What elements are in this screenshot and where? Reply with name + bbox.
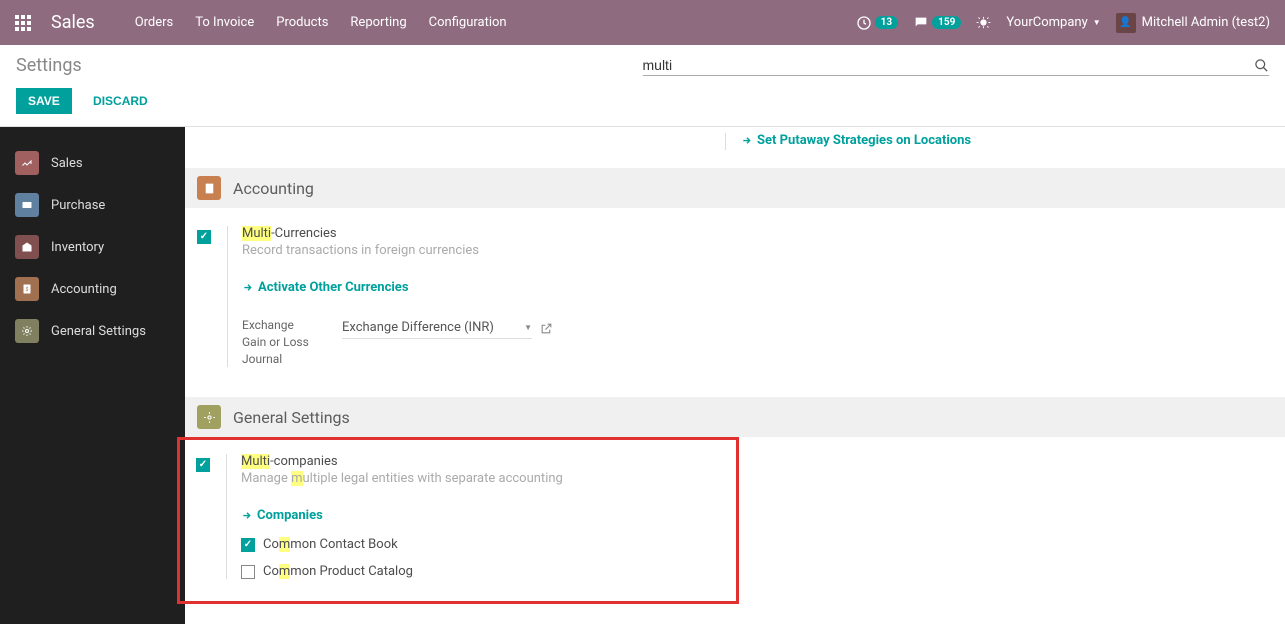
purchase-icon [15, 193, 39, 217]
arrow-right-icon [741, 135, 752, 146]
nav-to-invoice[interactable]: To Invoice [195, 15, 254, 30]
user-menu[interactable]: 👤 Mitchell Admin (test2) [1116, 13, 1270, 33]
sidebar-label: Purchase [51, 198, 105, 213]
discuss-indicator[interactable]: 159 [913, 15, 961, 31]
sidebar-label: Inventory [51, 240, 104, 255]
top-nav: Orders To Invoice Products Reporting Con… [135, 15, 507, 30]
link-label: Set Putaway Strategies on Locations [757, 133, 971, 148]
avatar-icon: 👤 [1116, 13, 1136, 33]
multi-companies-checkbox[interactable] [196, 458, 210, 472]
common-product-catalog-option: Common Product Catalog [241, 564, 720, 579]
search-icon[interactable] [1254, 58, 1269, 73]
option-label: Common Product Catalog [263, 564, 413, 579]
setting-multi-companies: Multi-companies Manage multiple legal en… [184, 440, 732, 589]
activate-currencies-link[interactable]: Activate Other Currencies [242, 280, 409, 295]
exchange-journal-field: Exchange Gain or Loss Journal Exchange D… [242, 317, 697, 367]
setting-desc: Manage multiple legal entities with sepa… [241, 471, 720, 486]
accounting-section-icon [197, 176, 221, 200]
inventory-icon [15, 235, 39, 259]
external-link-icon[interactable] [540, 322, 553, 335]
sidebar-label: General Settings [51, 324, 146, 339]
activity-indicator[interactable]: 13 [856, 15, 898, 31]
brand-title: Sales [51, 12, 95, 33]
caret-down-icon: ▼ [1093, 18, 1101, 27]
settings-content: Set Putaway Strategies on Locations Acco… [185, 127, 1285, 624]
nav-products[interactable]: Products [276, 15, 328, 30]
arrow-right-icon [242, 282, 253, 293]
section-title: Accounting [233, 179, 314, 198]
sales-icon [15, 151, 39, 175]
general-section-icon [197, 405, 221, 429]
sidebar-item-purchase[interactable]: Purchase [0, 184, 185, 226]
caret-down-icon: ▼ [524, 323, 532, 332]
section-accounting-header: Accounting [185, 168, 1285, 208]
setting-title: Multi-companies [241, 454, 720, 469]
sidebar-label: Accounting [51, 282, 117, 297]
discuss-badge: 159 [932, 16, 961, 29]
setting-desc: Record transactions in foreign currencie… [242, 243, 697, 258]
highlight: Multi [242, 226, 271, 241]
gear-icon [15, 319, 39, 343]
putaway-link[interactable]: Set Putaway Strategies on Locations [741, 133, 971, 148]
prior-section-tail: Set Putaway Strategies on Locations [185, 127, 1285, 168]
section-title: General Settings [233, 408, 350, 427]
user-name: Mitchell Admin (test2) [1142, 15, 1270, 30]
nav-reporting[interactable]: Reporting [350, 15, 406, 30]
page-title: Settings [16, 55, 643, 76]
exchange-journal-select[interactable]: Exchange Difference (INR) ▼ [342, 317, 532, 339]
search-input[interactable] [643, 57, 1255, 73]
common-contact-book-option: Common Contact Book [241, 537, 720, 552]
field-label: Exchange Gain or Loss Journal [242, 317, 312, 367]
save-button[interactable]: SAVE [16, 88, 72, 114]
debug-icon[interactable] [976, 15, 991, 30]
sidebar-label: Sales [51, 156, 83, 171]
activity-badge: 13 [875, 16, 898, 29]
settings-sidebar: Sales Purchase Inventory $ Accounting Ge… [0, 127, 185, 624]
search-field[interactable] [643, 57, 1270, 76]
common-product-checkbox[interactable] [241, 565, 255, 579]
setting-title: Multi-Currencies [242, 226, 697, 241]
chat-icon [913, 15, 929, 31]
main-area: Sales Purchase Inventory $ Accounting Ge… [0, 127, 1285, 624]
section-general-header: General Settings [185, 397, 1285, 437]
sidebar-item-accounting[interactable]: $ Accounting [0, 268, 185, 310]
companies-link[interactable]: Companies [241, 508, 323, 523]
sidebar-item-general[interactable]: General Settings [0, 310, 185, 352]
option-label: Common Contact Book [263, 537, 398, 552]
highlight: Multi [241, 454, 270, 469]
topbar: Sales Orders To Invoice Products Reporti… [0, 0, 1285, 45]
bug-icon [976, 15, 991, 30]
discard-button[interactable]: DISCARD [81, 88, 160, 114]
company-name: YourCompany [1006, 15, 1087, 30]
sidebar-item-sales[interactable]: Sales [0, 142, 185, 184]
setting-multi-currencies: Multi-Currencies Record transactions in … [185, 208, 1285, 377]
multi-currencies-checkbox[interactable] [197, 230, 211, 244]
nav-orders[interactable]: Orders [135, 15, 174, 30]
svg-text:$: $ [26, 286, 29, 293]
arrow-right-icon [241, 510, 252, 521]
apps-grid-icon[interactable] [15, 15, 31, 31]
control-bar: Settings SAVE DISCARD [0, 45, 1285, 127]
highlighted-region: Multi-companies Manage multiple legal en… [177, 437, 739, 604]
accounting-icon: $ [15, 277, 39, 301]
sidebar-item-inventory[interactable]: Inventory [0, 226, 185, 268]
topbar-right: 13 159 YourCompany ▼ 👤 Mitchell Admin (t… [856, 13, 1270, 33]
common-contact-checkbox[interactable] [241, 538, 255, 552]
clock-icon [856, 15, 872, 31]
nav-configuration[interactable]: Configuration [429, 15, 507, 30]
company-selector[interactable]: YourCompany ▼ [1006, 15, 1100, 30]
